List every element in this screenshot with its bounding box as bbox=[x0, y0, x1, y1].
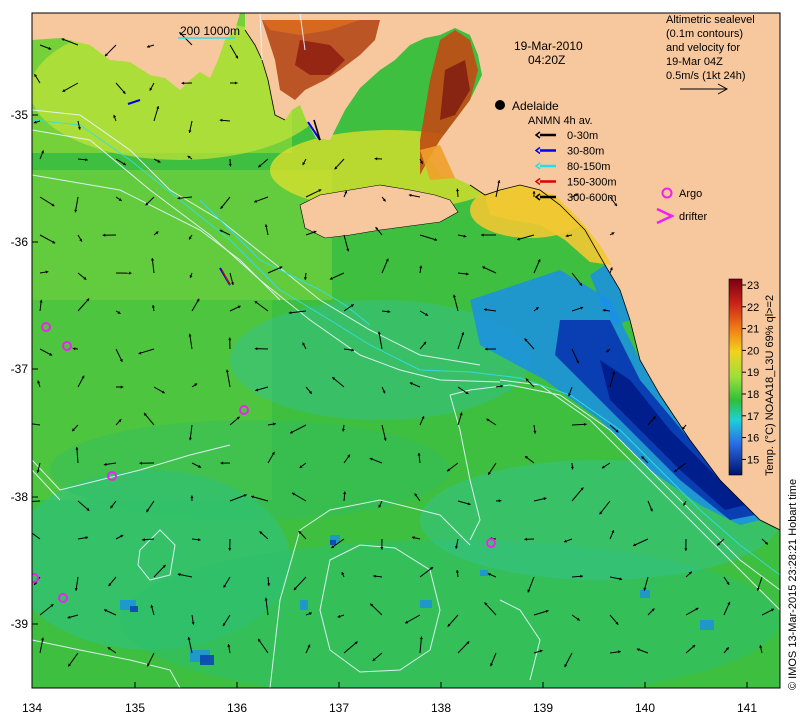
colorbar-tick: 16 bbox=[747, 433, 759, 445]
x-tick-label: 139 bbox=[533, 701, 553, 715]
city-label: Adelaide bbox=[512, 99, 559, 113]
colorbar-tick: 22 bbox=[747, 302, 759, 314]
drifter-legend-label: drifter bbox=[679, 211, 707, 223]
info-line: 0.5m/s (1kt 24h) bbox=[666, 70, 745, 82]
map-date: 19-Mar-2010 bbox=[514, 39, 583, 53]
map-time: 04:20Z bbox=[528, 53, 565, 67]
credit: © IMOS 13-Mar-2015 23:28:21 Hobart time bbox=[787, 479, 799, 690]
x-tick-label: 136 bbox=[227, 701, 247, 715]
y-tick-label: -37 bbox=[11, 362, 29, 376]
info-line: (0.1m contours) bbox=[666, 28, 743, 40]
legend-title: ANMN 4h av. bbox=[528, 115, 593, 127]
velocity-arrow bbox=[32, 500, 41, 502]
x-tick-label: 140 bbox=[635, 701, 655, 715]
plot-area bbox=[32, 13, 780, 688]
scale-bar: 200 1000m bbox=[178, 24, 240, 39]
x-tick-label: 141 bbox=[737, 701, 757, 715]
sst-map: 134 135 136 137 138 139 140 141 -35 -36 -37 -38 -39… bbox=[11, 12, 799, 715]
x-tick-label: 134 bbox=[22, 701, 42, 715]
colorbar-label: Temp. (°C) NOAA18_L3U 69% ql>=2 bbox=[764, 295, 776, 476]
x-tick-label: 138 bbox=[431, 701, 451, 715]
scale-label: 200 1000m bbox=[180, 24, 240, 38]
y-tick-label: -39 bbox=[11, 617, 29, 631]
y-tick-label: -36 bbox=[11, 235, 29, 249]
legend-label: 150-300m bbox=[567, 177, 617, 189]
colorbar-tick: 19 bbox=[747, 367, 759, 379]
colorbar-tick: 15 bbox=[747, 454, 759, 466]
y-tick-label: -38 bbox=[11, 490, 29, 504]
colorbar-tick: 23 bbox=[747, 280, 759, 292]
info-line: 19-Mar 04Z bbox=[666, 56, 723, 68]
info-line: Altimetric sealevel bbox=[666, 14, 755, 26]
x-tick-label: 135 bbox=[125, 701, 145, 715]
y-tick-label: -35 bbox=[11, 108, 29, 122]
adelaide-marker bbox=[495, 100, 505, 110]
x-tick-label: 137 bbox=[329, 701, 349, 715]
legend-label: 0-30m bbox=[567, 130, 598, 142]
colorbar-tick: 17 bbox=[747, 411, 759, 423]
legend-label: 30-80m bbox=[567, 146, 604, 158]
colorbar-tick: 21 bbox=[747, 324, 759, 336]
info-line: and velocity for bbox=[666, 42, 740, 54]
argo-legend-label: Argo bbox=[679, 188, 702, 200]
colorbar-tick: 20 bbox=[747, 345, 759, 357]
legend-label: 80-150m bbox=[567, 161, 610, 173]
colorbar-tick: 18 bbox=[747, 389, 759, 401]
legend-label: 300-600m bbox=[567, 192, 617, 204]
